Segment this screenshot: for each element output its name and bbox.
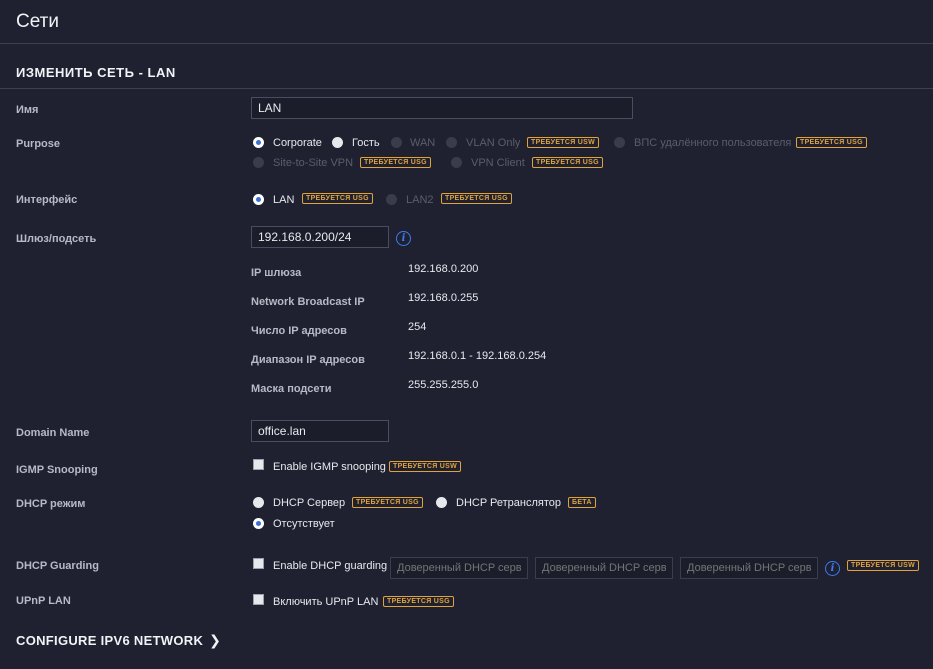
dhcp-guarding-checkbox-label[interactable]: Enable DHCP guarding bbox=[273, 560, 387, 572]
purpose-vlan-only-badge: ТРЕБУЕТСЯ USW bbox=[527, 137, 600, 148]
dhcp-server-radio[interactable] bbox=[253, 497, 264, 508]
interface-lan2-radio bbox=[386, 194, 397, 205]
ip-range-label: Диапазон IP адресов bbox=[251, 354, 365, 366]
subnet-mask-value: 255.255.255.0 bbox=[408, 379, 479, 391]
purpose-site-to-site-label: Site-to-Site VPN bbox=[273, 157, 354, 169]
purpose-vlan-only-label: VLAN Only bbox=[466, 137, 521, 149]
purpose-corporate-label[interactable]: Corporate bbox=[273, 137, 322, 149]
gateway-label: Шлюз/подсеть bbox=[16, 233, 97, 245]
purpose-site-to-site-radio bbox=[253, 157, 264, 168]
gateway-ip-value: 192.168.0.200 bbox=[408, 263, 479, 275]
name-input[interactable] bbox=[251, 97, 633, 119]
section-divider bbox=[0, 88, 933, 89]
dhcp-guarding-checkbox[interactable] bbox=[253, 558, 264, 569]
igmp-label: IGMP Snooping bbox=[16, 464, 98, 476]
upnp-checkbox-label[interactable]: Включить UPnP LAN bbox=[273, 596, 378, 608]
interface-lan-badge: ТРЕБУЕТСЯ USG bbox=[302, 193, 373, 204]
dhcp-guarding-badge: ТРЕБУЕТСЯ USW bbox=[847, 560, 920, 571]
purpose-vpn-client-badge: ТРЕБУЕТСЯ USG bbox=[532, 157, 603, 168]
dhcp-relay-radio[interactable] bbox=[436, 497, 447, 508]
igmp-checkbox-label[interactable]: Enable IGMP snooping bbox=[273, 461, 386, 473]
interface-lan-radio[interactable] bbox=[253, 194, 264, 205]
subnet-mask-label: Маска подсети bbox=[251, 383, 332, 395]
section-title: ИЗМЕНИТЬ СЕТЬ - LAN bbox=[16, 65, 176, 80]
purpose-vpn-client-label: VPN Client bbox=[471, 157, 525, 169]
broadcast-ip-label: Network Broadcast IP bbox=[251, 296, 365, 308]
purpose-vpn-client-radio bbox=[451, 157, 462, 168]
dhcp-server-label[interactable]: DHCP Сервер bbox=[273, 497, 345, 509]
purpose-guest-radio[interactable] bbox=[332, 137, 343, 148]
name-label: Имя bbox=[16, 104, 39, 116]
purpose-vlan-only-radio bbox=[446, 137, 457, 148]
configure-ipv6-link[interactable]: CONFIGURE IPV6 NETWORK ❯ bbox=[16, 632, 221, 649]
igmp-badge: ТРЕБУЕТСЯ USW bbox=[389, 461, 462, 472]
ip-range-value: 192.168.0.1 - 192.168.0.254 bbox=[408, 350, 547, 362]
interface-label: Интерфейс bbox=[16, 194, 78, 206]
upnp-label: UPnP LAN bbox=[16, 595, 71, 607]
chevron-right-icon: ❯ bbox=[209, 632, 222, 648]
upnp-badge: ТРЕБУЕТСЯ USG bbox=[383, 596, 454, 607]
trusted-dhcp-server-input-3[interactable] bbox=[680, 557, 818, 579]
trusted-dhcp-server-input-1[interactable] bbox=[390, 557, 528, 579]
purpose-site-to-site-badge: ТРЕБУЕТСЯ USG bbox=[360, 157, 431, 168]
info-icon[interactable]: i bbox=[396, 231, 411, 246]
configure-ipv6-label: CONFIGURE IPV6 NETWORK bbox=[16, 633, 204, 648]
purpose-guest-label[interactable]: Гость bbox=[352, 137, 380, 149]
purpose-remote-vpn-label: ВПС удалённого пользователя bbox=[634, 137, 792, 149]
purpose-wan-radio bbox=[391, 137, 402, 148]
domain-label: Domain Name bbox=[16, 427, 90, 439]
dhcp-server-badge: ТРЕБУЕТСЯ USG bbox=[352, 497, 423, 508]
domain-input[interactable] bbox=[251, 420, 389, 442]
broadcast-ip-value: 192.168.0.255 bbox=[408, 292, 479, 304]
dhcp-none-radio[interactable] bbox=[253, 518, 264, 529]
gateway-input[interactable] bbox=[251, 226, 389, 248]
purpose-remote-vpn-radio bbox=[614, 137, 625, 148]
upnp-checkbox[interactable] bbox=[253, 594, 264, 605]
purpose-label: Purpose bbox=[16, 138, 61, 150]
dhcp-relay-badge: БЕТА bbox=[568, 497, 596, 508]
purpose-wan-label: WAN bbox=[410, 137, 436, 149]
dhcp-guarding-info-icon[interactable]: i bbox=[825, 561, 840, 576]
header-divider bbox=[0, 43, 933, 44]
ip-count-value: 254 bbox=[408, 321, 427, 333]
trusted-dhcp-server-input-2[interactable] bbox=[535, 557, 673, 579]
dhcp-relay-label[interactable]: DHCP Ретранслятор bbox=[456, 497, 561, 509]
igmp-checkbox[interactable] bbox=[253, 459, 264, 470]
interface-lan2-badge: ТРЕБУЕТСЯ USG bbox=[441, 193, 512, 204]
dhcp-none-label[interactable]: Отсутствует bbox=[273, 518, 335, 530]
interface-lan-label[interactable]: LAN bbox=[273, 194, 294, 206]
dhcp-guarding-label: DHCP Guarding bbox=[16, 560, 99, 572]
purpose-corporate-radio[interactable] bbox=[253, 137, 264, 148]
gateway-ip-label: IP шлюза bbox=[251, 267, 302, 279]
interface-lan2-label: LAN2 bbox=[406, 194, 434, 206]
ip-count-label: Число IP адресов bbox=[251, 325, 347, 337]
dhcp-mode-label: DHCP режим bbox=[16, 498, 86, 510]
purpose-remote-vpn-badge: ТРЕБУЕТСЯ USG bbox=[796, 137, 867, 148]
page-title: Сети bbox=[16, 11, 59, 32]
